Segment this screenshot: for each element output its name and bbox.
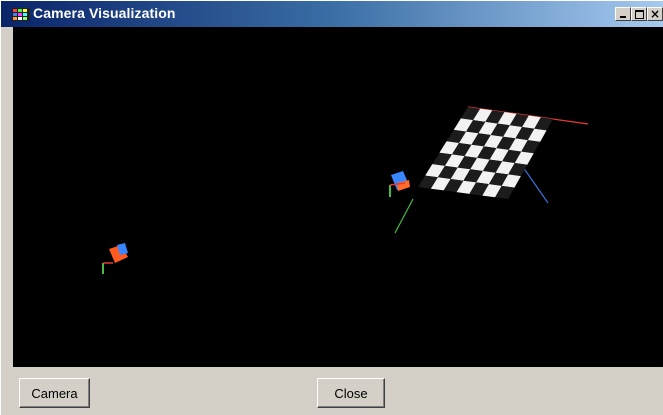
minimize-icon xyxy=(620,16,626,18)
close-button[interactable]: Close xyxy=(317,378,385,408)
app-grid-icon[interactable] xyxy=(12,8,30,21)
camera-button[interactable]: Camera xyxy=(19,378,90,408)
app-window: Camera Visualization × Camera Close xyxy=(0,0,663,415)
window-close-button[interactable]: × xyxy=(647,7,663,21)
maximize-icon xyxy=(635,10,644,19)
window-title: Camera Visualization xyxy=(33,5,176,21)
close-icon: × xyxy=(649,7,661,21)
minimize-button[interactable] xyxy=(615,7,631,21)
title-bar[interactable]: Camera Visualization × xyxy=(1,1,663,27)
maximize-button[interactable] xyxy=(631,7,647,21)
3d-viewport[interactable] xyxy=(13,27,663,367)
